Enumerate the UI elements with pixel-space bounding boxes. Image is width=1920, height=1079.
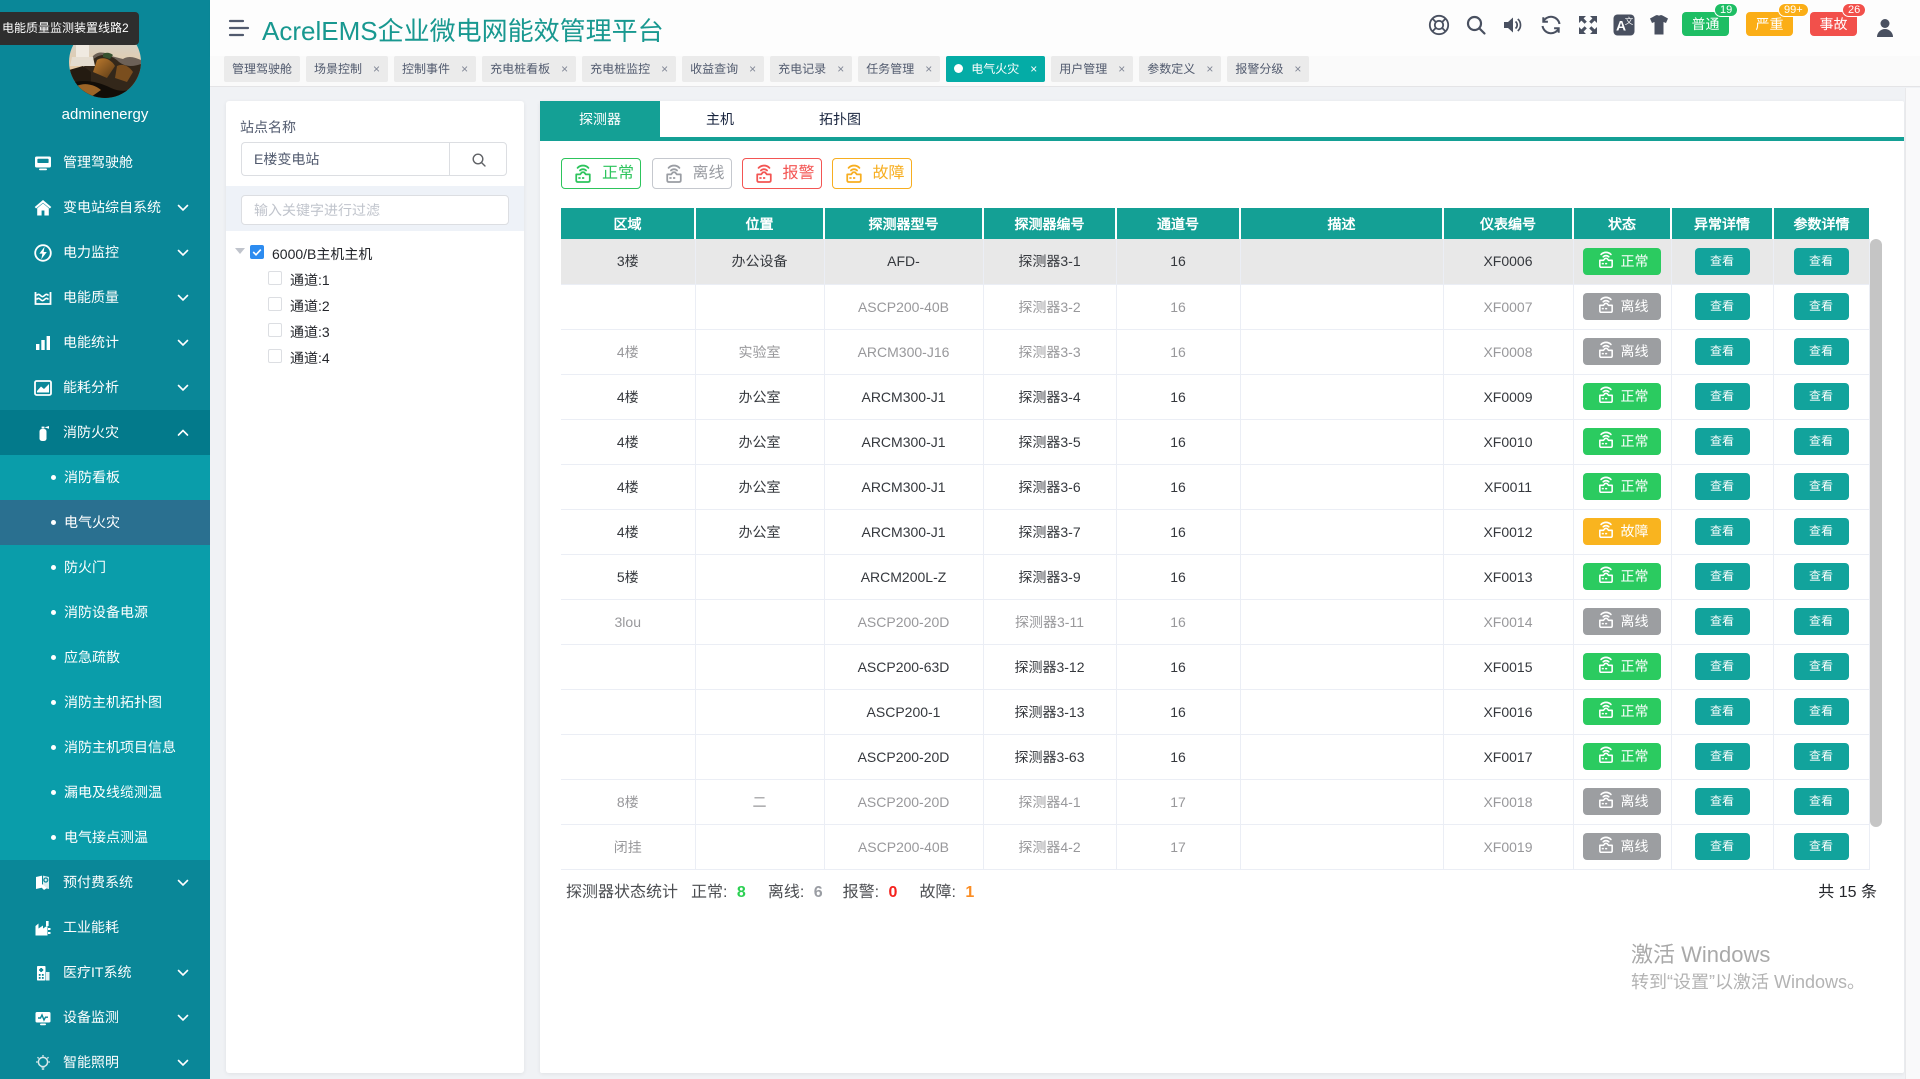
svg-text:文: 文 bbox=[1625, 15, 1634, 27]
